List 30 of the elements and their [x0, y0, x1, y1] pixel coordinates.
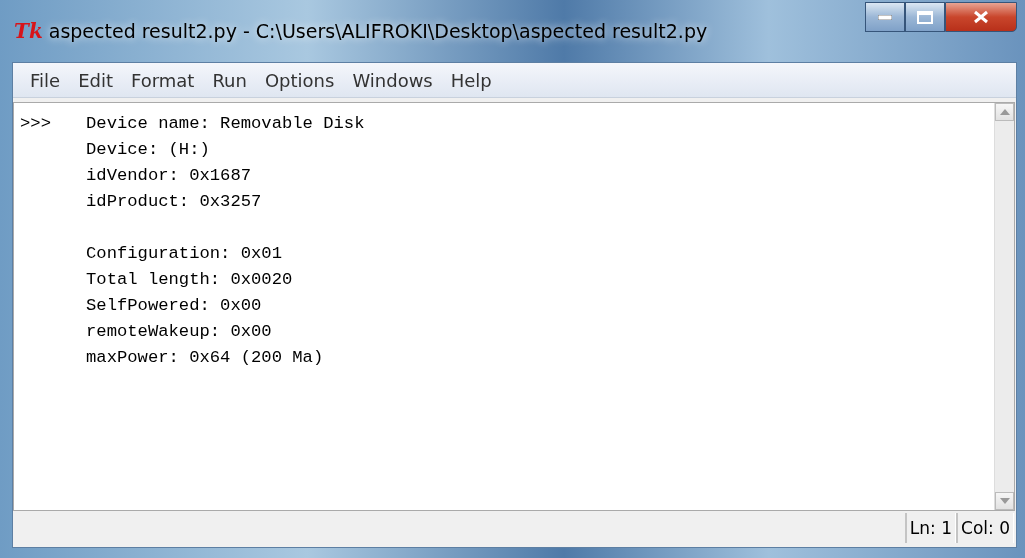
output-line: Device: (H:) [86, 139, 211, 161]
menu-item[interactable]: Edit [69, 65, 122, 95]
minimize-button[interactable] [865, 2, 905, 32]
vertical-scrollbar[interactable] [994, 103, 1014, 510]
output-line: Configuration: 0x01 [86, 243, 283, 265]
maximize-icon [917, 10, 933, 24]
menu-item[interactable]: File [21, 65, 70, 95]
output-line: idVendor: 0x1687 [86, 165, 253, 187]
minimize-icon [878, 14, 892, 20]
output-line: maxPower: 0x64 (200 Ma) [86, 347, 325, 369]
shell-prompt: >>> [20, 113, 52, 135]
menu-item[interactable]: Help [441, 65, 501, 95]
menu-item[interactable]: Run [203, 65, 256, 95]
app-logo: Tk [14, 19, 43, 43]
output-line: remoteWakeup: 0x00 [86, 321, 273, 343]
scroll-up-icon[interactable] [995, 103, 1014, 121]
close-button[interactable] [945, 2, 1017, 32]
status-field: Col: 0 [956, 513, 1014, 543]
close-icon [973, 10, 989, 24]
output-line: Total length: 0x0020 [86, 269, 294, 291]
menu-item[interactable]: Format [122, 65, 204, 95]
output-line: idProduct: 0x3257 [86, 191, 263, 213]
status-field: Ln: 1 [904, 513, 957, 543]
scroll-down-icon[interactable] [995, 492, 1014, 510]
maximize-button[interactable] [905, 2, 945, 32]
output-line: Device name: Removable Disk [86, 113, 366, 135]
menu-item[interactable]: Options [255, 65, 344, 95]
menu-item[interactable]: Windows [343, 65, 442, 95]
window-title: aspected result2.py - C:\Users\ALIFROKI\Desktop\aspected result2.py [48, 20, 708, 42]
output-line: SelfPowered: 0x00 [86, 295, 263, 317]
